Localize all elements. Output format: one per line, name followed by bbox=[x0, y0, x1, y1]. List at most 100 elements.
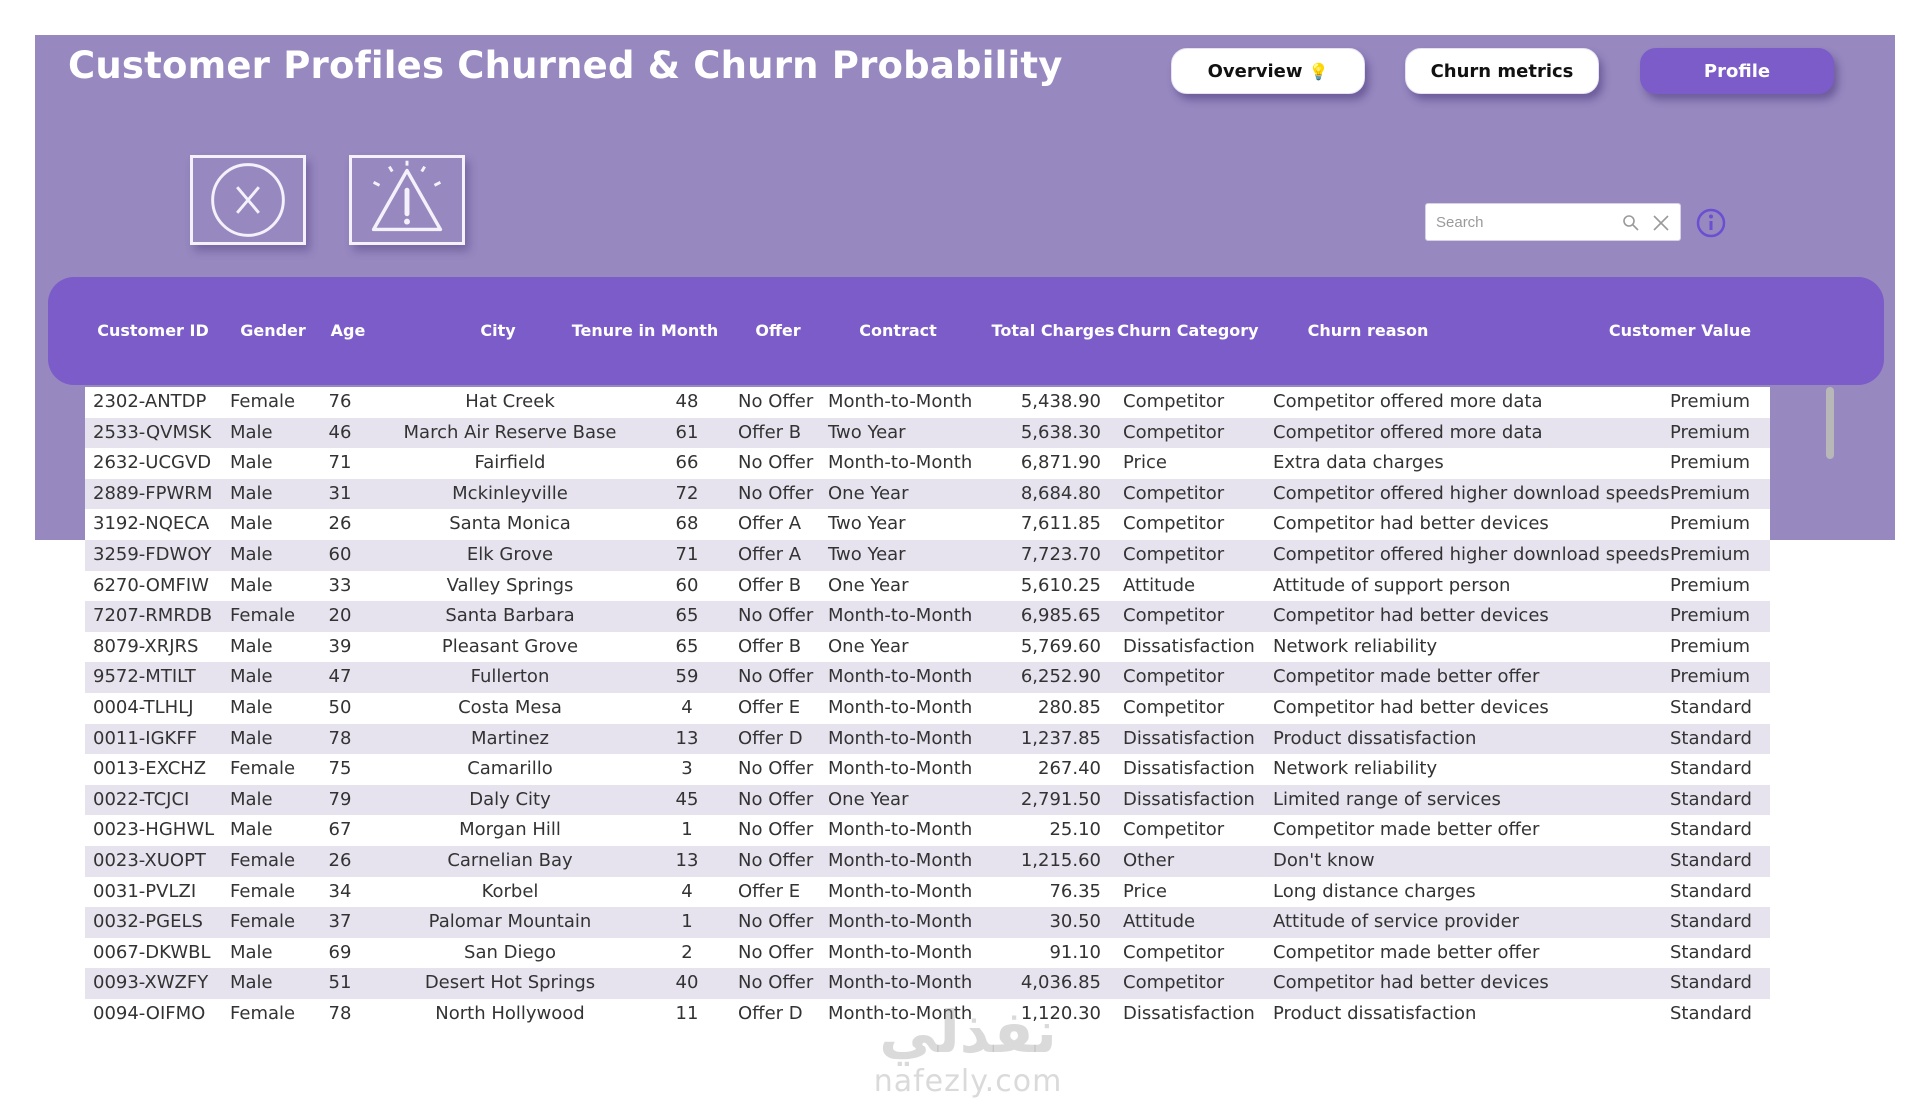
cell-customer-value: Premium bbox=[1670, 452, 1751, 474]
cell-churn-reason: Competitor had better devices bbox=[1273, 513, 1549, 535]
cell-city: March Air Reserve Base bbox=[403, 421, 617, 443]
column-header-offer[interactable]: Offer bbox=[738, 277, 818, 385]
cell-total-charges: 5,610.25 bbox=[1020, 574, 1101, 596]
cell-customer-id: 0031-PVLZI bbox=[93, 880, 197, 902]
table-header: Customer ID Gender Age City Tenure in Mo… bbox=[48, 277, 1884, 385]
churned-filter-button[interactable] bbox=[190, 155, 306, 245]
table-row[interactable]: 8079-XRJRS Male 39 Pleasant Grove 65 Offer BO… bbox=[85, 631, 1770, 663]
search-icon[interactable] bbox=[1622, 214, 1640, 232]
cell-customer-value: Standard bbox=[1670, 819, 1752, 841]
table-row[interactable]: 0013-EXCHZ Female 75 Camarillo 3 No Offer Mont… bbox=[85, 754, 1770, 785]
table-row[interactable]: 3259-FDWOY Male 60 Elk Grove 71 Offer A Two Ye… bbox=[85, 539, 1770, 571]
cell-customer-id: 2533-QVMSK bbox=[93, 421, 212, 443]
table-row[interactable]: 2632-UCGVD Male 71 Fairfield 66 No Offer Month… bbox=[85, 448, 1770, 479]
search-input[interactable] bbox=[1434, 212, 1618, 232]
table-row[interactable]: 0031-PVLZI Female 34 Korbel 4 Offer E Month-to… bbox=[85, 876, 1770, 908]
overview-button[interactable]: Overview 💡 bbox=[1171, 48, 1365, 94]
cell-offer: No Offer bbox=[738, 819, 814, 841]
cell-customer-id: 8079-XRJRS bbox=[93, 635, 199, 657]
table-row[interactable]: 2889-FPWRM Male 31 Mckinleyville 72 No Offer O… bbox=[85, 478, 1770, 510]
table-row[interactable]: 0093-XWZFY Male 51 Desert Hot Springs 40 No O… bbox=[85, 968, 1770, 999]
column-header-tenure[interactable]: Tenure in Month bbox=[560, 277, 730, 385]
table-row[interactable]: 0011-IGKFF Male 78 Martinez 13 Offer D Month-t… bbox=[85, 723, 1770, 755]
cell-city: Carnelian Bay bbox=[447, 849, 573, 871]
column-header-customer-value[interactable]: Customer Value bbox=[1590, 277, 1770, 385]
cell-contract: Month-to-Month bbox=[828, 696, 973, 718]
cell-churn-reason: Competitor offered higher download speed… bbox=[1273, 482, 1670, 504]
cell-churn-reason: Limited range of services bbox=[1273, 788, 1501, 810]
column-header-customer-id[interactable]: Customer ID bbox=[88, 277, 218, 385]
cell-churn-category: Price bbox=[1123, 452, 1167, 474]
cell-contract: One Year bbox=[828, 635, 909, 657]
cell-contract: One Year bbox=[828, 788, 909, 810]
table-row[interactable]: 0023-XUOPT Female 26 Carnelian Bay 13 No Offe… bbox=[85, 845, 1770, 877]
cell-churn-category: Competitor bbox=[1123, 819, 1225, 841]
table-row[interactable]: 0004-TLHLJ Male 50 Costa Mesa 4 Offer E Month-… bbox=[85, 692, 1770, 724]
cell-offer: No Offer bbox=[738, 972, 814, 994]
cell-churn-category: Dissatisfaction bbox=[1123, 1002, 1255, 1024]
cell-churn-reason: Extra data charges bbox=[1273, 452, 1444, 474]
cell-contract: One Year bbox=[828, 574, 909, 596]
cell-customer-value: Standard bbox=[1670, 849, 1752, 871]
cell-tenure: 48 bbox=[675, 391, 699, 412]
cell-offer: No Offer bbox=[738, 391, 814, 412]
table-row[interactable]: 0067-DKWBL Male 69 San Diego 2 No Offer Month-… bbox=[85, 937, 1770, 969]
cell-customer-value: Premium bbox=[1670, 482, 1751, 504]
profile-button[interactable]: Profile bbox=[1640, 48, 1834, 94]
cell-offer: Offer B bbox=[738, 574, 802, 596]
cell-total-charges: 6,871.90 bbox=[1020, 452, 1101, 474]
table-row[interactable]: 2533-QVMSK Male 46 March Air Reserve Base 61… bbox=[85, 417, 1770, 449]
column-header-total-charges[interactable]: Total Charges bbox=[978, 277, 1128, 385]
table-row[interactable]: 2302-ANTDP Female 76 Hat Creek 48 No Offer Mon… bbox=[85, 387, 1770, 418]
cell-customer-id: 0032-PGELS bbox=[93, 911, 203, 933]
at-risk-filter-button[interactable] bbox=[349, 155, 465, 245]
cell-churn-reason: Competitor had better devices bbox=[1273, 972, 1549, 994]
cell-contract: Month-to-Month bbox=[828, 758, 973, 780]
cell-customer-value: Standard bbox=[1670, 941, 1752, 963]
cell-city: Valley Springs bbox=[446, 574, 574, 596]
cell-total-charges: 6,252.90 bbox=[1020, 666, 1101, 688]
column-header-churn-reason[interactable]: Churn reason bbox=[1293, 277, 1443, 385]
cell-churn-category: Competitor bbox=[1123, 666, 1225, 688]
info-icon[interactable] bbox=[1696, 208, 1726, 238]
column-header-gender[interactable]: Gender bbox=[228, 277, 318, 385]
cell-customer-value: Standard bbox=[1670, 972, 1752, 994]
cell-tenure: 61 bbox=[675, 421, 699, 443]
cell-city: Pleasant Grove bbox=[441, 635, 579, 657]
column-header-contract[interactable]: Contract bbox=[823, 277, 973, 385]
column-header-age[interactable]: Age bbox=[313, 277, 383, 385]
cell-tenure: 45 bbox=[675, 788, 699, 810]
cell-gender: Male bbox=[230, 574, 273, 596]
vertical-scrollbar[interactable] bbox=[1826, 387, 1834, 459]
cell-total-charges: 7,723.70 bbox=[1020, 543, 1101, 565]
cell-gender: Male bbox=[230, 482, 273, 504]
clear-icon[interactable] bbox=[1652, 214, 1670, 232]
cell-tenure: 65 bbox=[675, 635, 699, 657]
cell-contract: Month-to-Month bbox=[828, 391, 973, 412]
cell-gender: Male bbox=[230, 696, 273, 718]
table-row[interactable]: 0094-OIFMO Female 78 North Hollywood 11 Offer… bbox=[85, 998, 1770, 1030]
cell-offer: Offer E bbox=[738, 696, 801, 718]
cell-contract: Month-to-Month bbox=[828, 941, 973, 963]
cell-gender: Female bbox=[230, 391, 296, 412]
column-header-churn-category[interactable]: Churn Category bbox=[1108, 277, 1268, 385]
cell-churn-category: Competitor bbox=[1123, 391, 1225, 412]
cell-customer-id: 3259-FDWOY bbox=[93, 543, 212, 565]
churn-metrics-button[interactable]: Churn metrics bbox=[1405, 48, 1599, 94]
cell-city: Martinez bbox=[471, 727, 549, 749]
churn-metrics-button-label: Churn metrics bbox=[1430, 60, 1574, 82]
profile-button-label: Profile bbox=[1703, 60, 1771, 82]
table-row[interactable]: 3192-NQECA Male 26 Santa Monica 68 Offer A Two… bbox=[85, 509, 1770, 540]
table-row[interactable]: 7207-RMRDB Female 20 Santa Barbara 65 No Offe… bbox=[85, 601, 1770, 632]
cell-gender: Male bbox=[230, 635, 273, 657]
table-row[interactable]: 0023-HGHWL Male 67 Morgan Hill 1 No Offer Mont… bbox=[85, 815, 1770, 846]
cell-churn-reason: Product dissatisfaction bbox=[1273, 1002, 1477, 1024]
table-row[interactable]: 9572-MTILT Male 47 Fullerton 59 No Offer Month… bbox=[85, 662, 1770, 693]
cell-tenure: 59 bbox=[675, 666, 699, 688]
lightbulb-icon: 💡 bbox=[1308, 61, 1329, 81]
table-row[interactable]: 6270-OMFIW Male 33 Valley Springs 60 Offer BO… bbox=[85, 570, 1770, 602]
table-row[interactable]: 0032-PGELS Female 37 Palomar Mountain 1 No Of… bbox=[85, 907, 1770, 938]
cell-tenure: 60 bbox=[675, 574, 699, 596]
table-row[interactable]: 0022-TCJCI Male 79 Daly City 45 No Offer One Y… bbox=[85, 784, 1770, 816]
cell-contract: Month-to-Month bbox=[828, 1002, 973, 1024]
